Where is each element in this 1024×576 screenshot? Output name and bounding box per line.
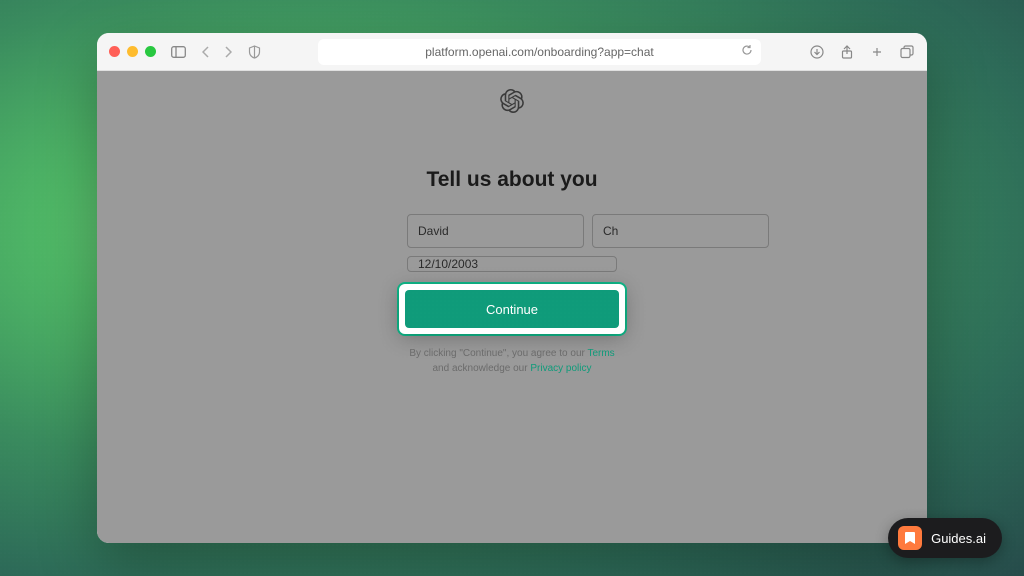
- last-name-input[interactable]: [592, 214, 769, 248]
- openai-logo-icon: [500, 89, 524, 118]
- page-content: Tell us about you Continue By clicking "…: [97, 71, 927, 543]
- window-controls: [109, 46, 156, 57]
- privacy-link[interactable]: Privacy policy: [530, 363, 591, 374]
- bookmark-icon: [898, 526, 922, 550]
- toolbar-right: [809, 44, 915, 60]
- guides-label: Guides.ai: [931, 531, 986, 546]
- terms-link[interactable]: Terms: [587, 348, 614, 359]
- first-name-input[interactable]: [407, 214, 584, 248]
- close-window-button[interactable]: [109, 46, 120, 57]
- address-bar[interactable]: platform.openai.com/onboarding?app=chat: [318, 39, 761, 65]
- minimize-window-button[interactable]: [127, 46, 138, 57]
- sidebar-toggle-icon[interactable]: [170, 44, 186, 60]
- guides-badge[interactable]: Guides.ai: [888, 518, 1002, 558]
- forward-button[interactable]: [218, 42, 238, 62]
- onboarding-form: Tell us about you Continue By clicking "…: [407, 168, 617, 376]
- refresh-icon[interactable]: [741, 44, 753, 59]
- nav-arrows: [196, 42, 238, 62]
- share-icon[interactable]: [839, 44, 855, 60]
- birthdate-input[interactable]: [407, 256, 617, 272]
- privacy-shield-icon[interactable]: [246, 44, 262, 60]
- browser-window: platform.openai.com/onboarding?app=chat: [97, 33, 927, 543]
- disclaimer-text: By clicking "Continue", you agree to our…: [407, 346, 617, 376]
- tabs-icon[interactable]: [899, 44, 915, 60]
- maximize-window-button[interactable]: [145, 46, 156, 57]
- new-tab-icon[interactable]: [869, 44, 885, 60]
- name-row: [407, 214, 617, 248]
- url-text: platform.openai.com/onboarding?app=chat: [425, 45, 654, 59]
- download-icon[interactable]: [809, 44, 825, 60]
- browser-toolbar: platform.openai.com/onboarding?app=chat: [97, 33, 927, 71]
- continue-button[interactable]: Continue: [405, 290, 619, 328]
- back-button[interactable]: [196, 42, 216, 62]
- continue-highlight: Continue: [399, 284, 625, 334]
- page-heading: Tell us about you: [426, 168, 597, 192]
